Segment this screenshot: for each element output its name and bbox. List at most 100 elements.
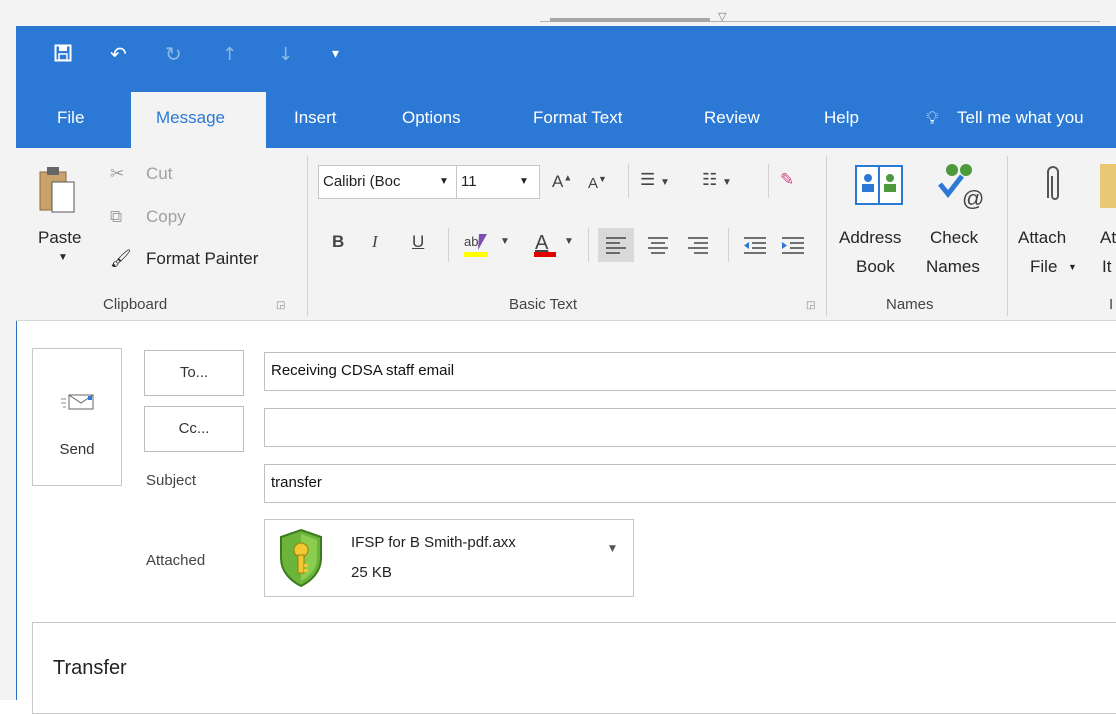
svg-text:A: A [535,232,549,254]
tab-insert[interactable]: Insert [294,108,337,128]
cc-field[interactable] [264,408,1116,447]
align-left-button[interactable] [598,228,634,262]
next-item-icon[interactable]: ↓ [278,44,293,65]
group-separator [307,156,308,316]
send-icon [61,391,95,417]
tab-review[interactable]: Review [704,108,760,128]
tab-options[interactable]: Options [402,108,461,128]
svg-text:ab: ab [464,234,478,249]
highlight-dropdown-icon[interactable]: ▼ [500,236,510,247]
paperclip-icon[interactable] [1042,162,1064,212]
format-painter-button[interactable]: Format Painter [146,249,258,269]
format-painter-icon[interactable]: 🖌︎ [110,249,132,269]
clipboard-dialog-launcher-icon[interactable]: ◲ [276,300,285,311]
tell-me-search[interactable]: Tell me what you [957,108,1084,128]
font-name-combo[interactable]: Calibri (Boc ▼ [318,165,458,199]
highlight-color-icon[interactable]: ab [462,230,492,264]
ruler-margin [550,18,710,22]
numbering-icon[interactable]: ☷ ▼ [702,170,732,190]
divider [728,228,729,262]
bullets-icon[interactable]: ☰ ▼ [640,170,670,190]
divider [628,164,629,198]
increase-indent-icon[interactable] [776,228,812,266]
tab-file[interactable]: File [57,108,84,128]
undo-icon[interactable]: ↶ [110,42,127,66]
paste-dropdown-icon[interactable]: ▼ [58,252,68,263]
attachment-name: IFSP for B Smith-pdf.axx [351,534,516,551]
cc-button[interactable]: Cc... [144,406,244,452]
names-group-label: Names [886,296,934,313]
group-separator [1007,156,1008,316]
attach-file-button-line2[interactable]: File [1030,257,1057,277]
divider [768,164,769,198]
grow-font-icon[interactable]: A▲ [552,172,572,192]
align-center-icon[interactable] [640,228,676,266]
cut-icon[interactable]: ✂ [110,164,124,184]
clear-formatting-icon[interactable]: ✎ [780,170,794,190]
background-margin [0,0,16,700]
message-body[interactable]: Transfer [32,622,1116,714]
address-book-icon[interactable] [854,162,904,212]
send-button[interactable]: Send [32,348,122,486]
send-label: Send [59,441,95,458]
attachment-dropdown-icon[interactable]: ▼ [609,544,616,554]
italic-button[interactable]: I [372,232,378,252]
encrypted-file-shield-icon [277,528,325,592]
address-book-button-line2[interactable]: Book [856,257,895,277]
font-name-dropdown-icon[interactable]: ▼ [439,176,449,187]
tab-help[interactable]: Help [824,108,859,128]
bold-button[interactable]: B [332,232,344,252]
attach-item-button-line2[interactable]: It [1102,257,1111,277]
group-separator [826,156,827,316]
ruler-indent-marker-icon: ▽ [718,10,727,23]
underline-button[interactable]: U [412,232,424,252]
document-ruler: ▽ [540,10,1100,26]
font-color-dropdown-icon[interactable]: ▼ [564,236,574,247]
paste-button[interactable]: Paste [38,228,81,248]
font-name-value: Calibri (Boc [323,173,401,190]
clipboard-group-label: Clipboard [103,296,168,313]
font-size-value: 11 [461,173,477,190]
customize-toolbar-icon[interactable]: ▾ [332,46,339,62]
lightbulb-icon: 💡︎ [926,108,939,128]
to-button[interactable]: To... [144,350,244,396]
copy-button[interactable]: Copy [146,207,186,227]
divider [588,228,589,262]
attached-label: Attached [146,552,206,569]
align-right-icon[interactable] [680,228,716,266]
subject-field[interactable]: transfer [264,464,1116,503]
check-names-button-line2[interactable]: Names [926,257,980,277]
basic-text-dialog-launcher-icon[interactable]: ◲ [806,300,815,311]
tab-format-text[interactable]: Format Text [533,108,622,128]
tab-message[interactable]: Message [156,108,225,128]
attach-item-icon[interactable] [1100,164,1116,208]
attach-file-dropdown-icon[interactable]: ▼ [1068,262,1077,272]
paste-icon[interactable] [38,164,76,226]
font-color-icon[interactable]: A [532,230,558,264]
include-group-label: I [1109,296,1114,313]
divider [448,228,449,262]
attach-item-button[interactable]: At [1100,228,1116,248]
attachment-item[interactable]: IFSP for B Smith-pdf.axx 25 KB ▼ [264,519,634,597]
shrink-font-icon[interactable]: A▼ [588,174,607,192]
decrease-indent-icon[interactable] [736,228,772,266]
font-size-dropdown-icon[interactable]: ▼ [519,176,529,187]
redo-icon[interactable]: ↻ [165,42,182,66]
check-names-button[interactable]: Check [930,228,978,248]
copy-icon[interactable]: ⧉ [110,207,122,227]
subject-field-value: transfer [271,474,322,491]
cc-button-label: Cc... [178,420,210,437]
attach-file-button[interactable]: Attach [1018,228,1066,248]
subject-label: Subject [146,472,197,489]
check-names-icon[interactable]: @ [932,160,988,214]
cut-button[interactable]: Cut [146,164,172,184]
save-icon[interactable] [54,44,72,67]
previous-item-icon[interactable]: ↑ [222,44,237,65]
svg-text:@: @ [962,186,984,210]
align-left-icon [606,237,626,254]
address-book-button[interactable]: Address [839,228,901,248]
to-field[interactable]: Receiving CDSA staff email [264,352,1116,391]
to-button-label: To... [179,364,209,381]
font-size-combo[interactable]: 11 ▼ [456,165,540,199]
to-field-value: Receiving CDSA staff email [271,362,455,379]
